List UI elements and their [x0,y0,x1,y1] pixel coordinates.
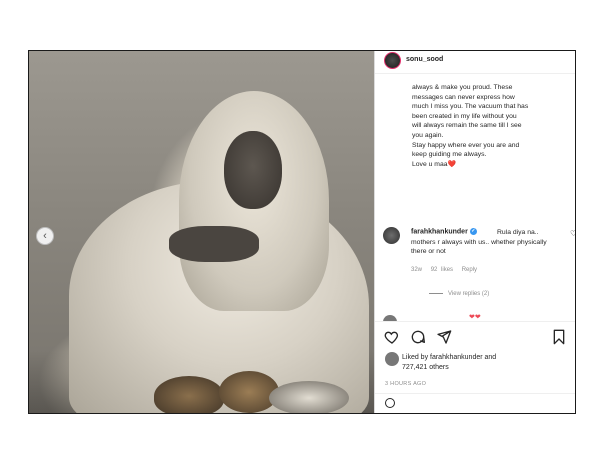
caption-line: messages can never express how [412,93,515,101]
likes-text[interactable]: Liked by farahkhankunder and 727,421 oth… [402,353,562,373]
comment-icon[interactable] [410,329,426,345]
comment-meta: 32w 92 likes Reply [411,267,482,273]
caption-line: Stay happy where ever you are and [412,141,520,149]
post-photo[interactable]: ‹ [29,51,374,413]
photo-bowl-right [269,381,349,413]
commenter-avatar[interactable] [383,227,400,244]
author-username[interactable]: sonu_sood [406,56,443,63]
view-replies-button[interactable]: View replies (2) [429,291,489,297]
comment-likes[interactable]: 92 likes [431,267,453,273]
bookmark-icon[interactable] [551,329,567,345]
next-comment-partial: ❤❤ [383,313,573,321]
caption-line-last: Love u maa❤️ [412,160,570,170]
screenshot-frame: ‹ sonu_sood always & make you proud. The… [0,0,600,450]
caption-love-text: Love u maa [412,160,448,168]
comment-reply-button[interactable]: Reply [462,267,477,273]
share-icon[interactable] [436,329,452,345]
comment-text: Rula diya na.. mothers r always with us.… [411,229,547,256]
comment-like-heart-icon[interactable]: ♡ [570,229,575,238]
post-header: sonu_sood [375,51,575,74]
instagram-post-modal: ‹ sonu_sood always & make you proud. The… [28,50,576,414]
comment-time: 32w [411,267,423,273]
add-comment-bar[interactable] [375,393,575,413]
caption-line: always & make you proud. These [412,84,513,91]
caption-line: much I miss you. The vacuum that has [412,103,529,111]
chevron-left-icon[interactable]: ‹ [36,227,54,245]
caption-line: you again. [412,131,444,139]
heart-icon[interactable] [384,329,400,345]
likes-line-1[interactable]: Liked by farahkhankunder and [402,353,562,363]
photo-coconut-left [154,376,224,413]
red-heart-emoji: ❤️ [447,160,456,168]
caption-line: keep guiding me always. [412,151,487,159]
post-timestamp[interactable]: 3 HOURS AGO [385,381,426,387]
caption-line: will always remain the same till I see [412,122,522,130]
photo-figure-hands [169,226,259,262]
post-side-panel: sonu_sood always & make you proud. These… [374,51,575,413]
likes-line-2[interactable]: 727,421 others [402,363,562,373]
post-action-bar [375,321,575,352]
caption-line: been created in my life without you [412,112,517,120]
next-comment-hearts: ❤❤ [469,314,481,321]
emoji-icon[interactable] [385,398,395,408]
author-avatar[interactable] [384,52,401,69]
liker-avatar[interactable] [385,352,399,366]
photo-figure-face [224,131,282,209]
post-caption: always & make you proud. These messages … [412,83,570,169]
